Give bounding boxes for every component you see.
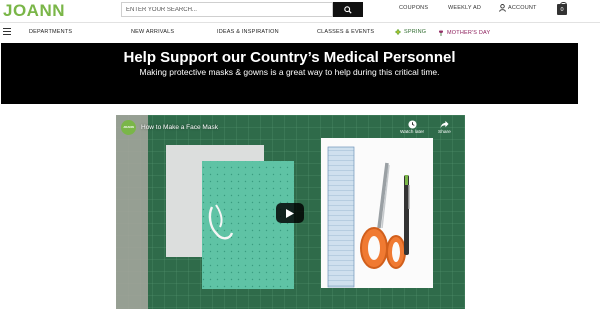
video-title[interactable]: How to Make a Face Mask [141,124,218,131]
joann-logo[interactable]: JOANN [3,1,65,21]
nav-spring[interactable]: SPRING [395,29,426,35]
coupons-link[interactable]: COUPONS [399,5,428,11]
search-input[interactable] [121,2,333,17]
user-icon [499,4,506,12]
share-button[interactable]: Share [438,120,451,135]
clock-icon [407,120,417,129]
nav-mothers-day-label: MOTHER'S DAY [447,29,491,36]
share-icon [440,120,449,129]
account-link[interactable]: ACCOUNT [499,4,537,12]
video-player[interactable]: JOANN How to Make a Face Mask Watch late… [116,115,465,309]
account-label: ACCOUNT [508,5,537,11]
watch-later-button[interactable]: Watch later [400,120,424,135]
nav-classes-events[interactable]: CLASSES & EVENTS [317,29,374,35]
nav-new-arrivals[interactable]: NEW ARRIVALS [131,29,174,35]
shopping-bag-icon[interactable]: 0 [557,1,567,15]
banner-subtitle: Making protective masks & gowns is a gre… [139,67,440,77]
watch-later-label: Watch later [400,130,425,135]
search-icon [344,5,352,14]
flower-icon [395,29,401,35]
main-nav: DEPARTMENTS NEW ARRIVALS IDEAS & INSPIRA… [0,23,600,42]
weekly-ad-link[interactable]: WEEKLY AD [448,5,481,11]
menu-icon[interactable] [3,28,11,35]
nav-mothers-day[interactable]: MOTHER'S DAY [438,29,490,36]
search-button[interactable] [333,2,363,17]
banner-title: Help Support our Country’s Medical Perso… [123,49,456,66]
share-label: Share [438,130,451,135]
play-icon [286,208,294,218]
channel-avatar[interactable]: JOANN [121,120,136,135]
tulip-icon [439,29,443,36]
nav-ideas-inspiration[interactable]: IDEAS & INSPIRATION [217,29,279,35]
nav-spring-label: SPRING [404,29,427,35]
bag-count: 0 [560,7,564,13]
nav-departments[interactable]: DEPARTMENTS [29,29,72,35]
site-header: JOANN COUPONS WEEKLY AD ACCOUNT 0 [0,0,600,21]
play-button[interactable] [276,203,304,223]
hero-banner: Help Support our Country’s Medical Perso… [1,43,578,104]
